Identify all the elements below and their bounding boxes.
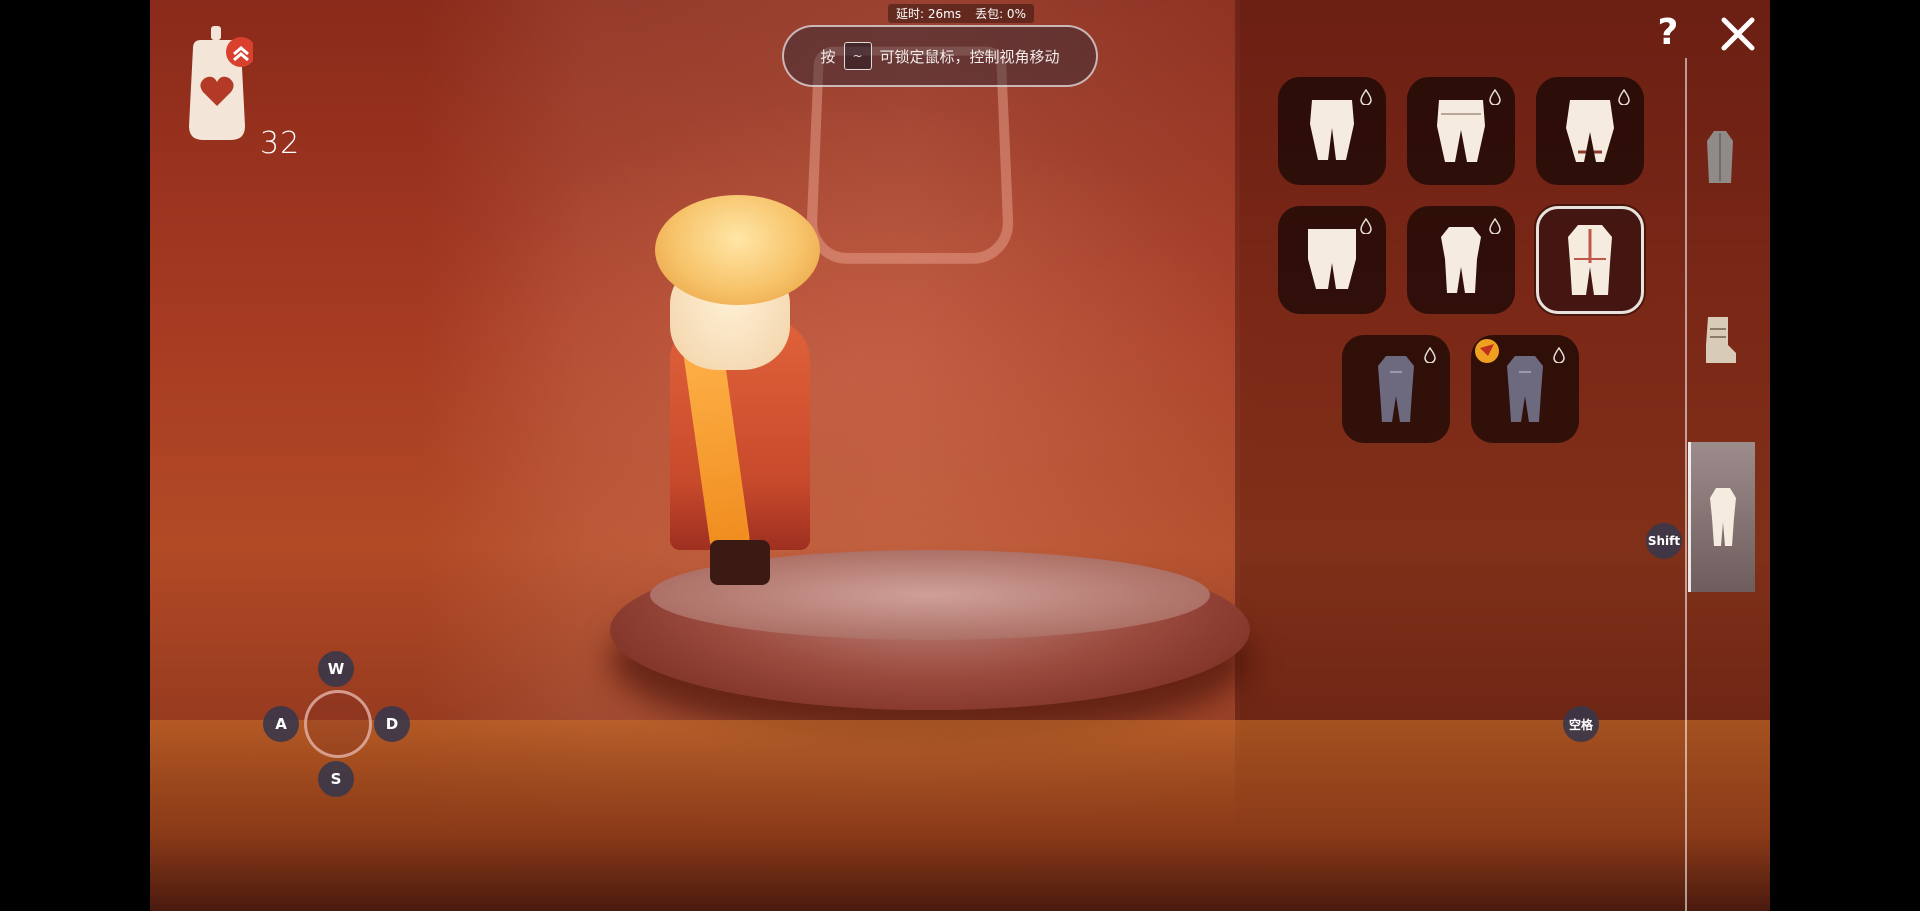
movement-joystick[interactable] — [304, 690, 372, 758]
outfit-icon — [1568, 225, 1612, 295]
latency-label: 延时: 26ms — [896, 7, 962, 21]
help-icon[interactable]: ? — [1653, 14, 1683, 52]
drop-icon — [1360, 218, 1372, 234]
pants-icon — [1566, 100, 1614, 162]
shoe-tab-icon — [1706, 317, 1736, 363]
wardrobe-item[interactable] — [1536, 77, 1644, 185]
grass-ground — [150, 720, 1770, 911]
letterbox-right — [1770, 0, 1920, 911]
tilde-key-icon: ~ — [843, 42, 872, 70]
key-shift-button[interactable]: Shift — [1646, 523, 1682, 559]
tab-outfit[interactable] — [1688, 442, 1755, 592]
packet-loss-label: 丢包: 0% — [975, 7, 1026, 21]
drop-icon — [1360, 89, 1372, 105]
key-a-button[interactable]: A — [263, 706, 299, 742]
wardrobe-item-selected[interactable] — [1536, 206, 1644, 314]
drop-icon — [1553, 347, 1565, 363]
drop-icon — [1489, 89, 1501, 105]
cape-tab-icon — [1707, 131, 1733, 183]
key-d-button[interactable]: D — [374, 706, 410, 742]
candle-count: 32 — [260, 126, 301, 161]
category-rail — [1685, 58, 1687, 911]
outfit-icon — [1378, 356, 1414, 422]
game-viewport[interactable] — [150, 0, 1770, 911]
hint-prefix: 按 — [820, 47, 836, 66]
wardrobe-item[interactable] — [1278, 77, 1386, 185]
mouse-lock-hint: 按 ~ 可锁定鼠标，控制视角移动 — [782, 25, 1098, 87]
wardrobe-item[interactable] — [1278, 206, 1386, 314]
wardrobe-item[interactable] — [1342, 335, 1450, 443]
key-w-button[interactable]: W — [318, 651, 354, 687]
player-character-hat — [655, 195, 820, 305]
drop-icon — [1489, 218, 1501, 234]
tab-shoes[interactable] — [1688, 265, 1752, 415]
heart-candle-icon[interactable] — [185, 26, 256, 144]
outfit-tab-icon — [1710, 488, 1736, 546]
close-icon[interactable] — [1718, 14, 1758, 54]
tab-cape[interactable] — [1688, 82, 1752, 232]
pants-icon — [1437, 100, 1485, 162]
outfit-icon — [1507, 356, 1543, 422]
player-character-legs — [710, 540, 770, 585]
pants-icon — [1308, 229, 1356, 289]
drop-icon — [1618, 89, 1630, 105]
hint-text: 可锁定鼠标，控制视角移动 — [879, 47, 1060, 66]
key-space-button[interactable]: 空格 — [1563, 706, 1599, 742]
letterbox-left — [0, 0, 150, 911]
pants-icon — [1310, 100, 1354, 160]
outfit-icon — [1441, 227, 1481, 293]
network-stats: 延时: 26ms 丢包: 0% — [888, 4, 1034, 23]
key-s-button[interactable]: S — [318, 761, 354, 797]
season-badge-icon — [1475, 339, 1499, 363]
drop-icon — [1424, 347, 1436, 363]
wardrobe-item[interactable] — [1407, 206, 1515, 314]
wardrobe-item[interactable] — [1407, 77, 1515, 185]
